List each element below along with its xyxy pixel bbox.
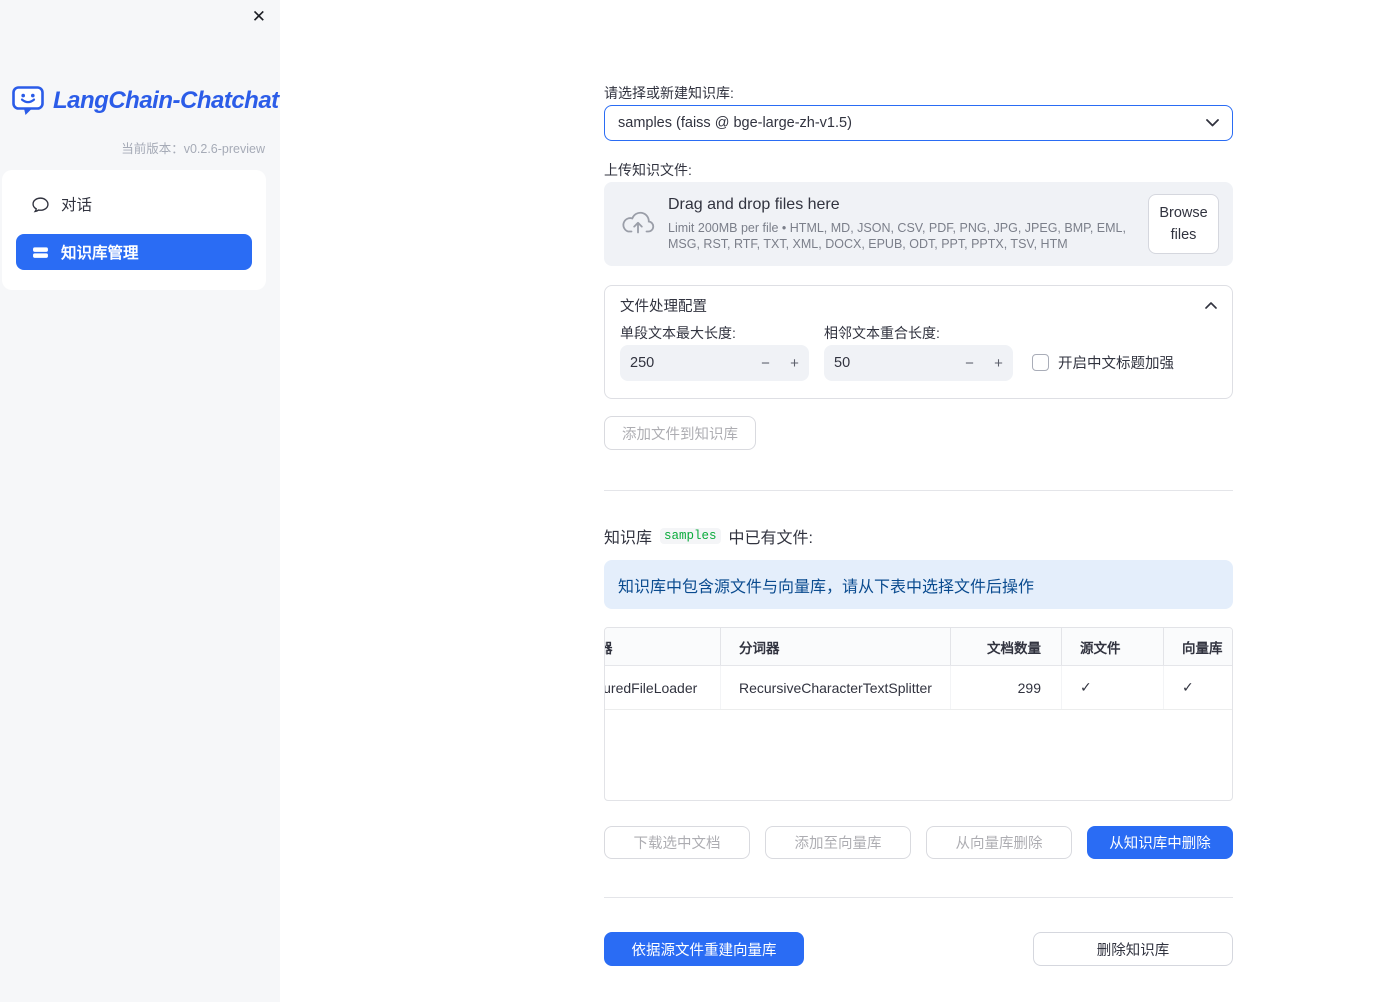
divider xyxy=(604,897,1233,898)
chunk-size-value: 250 xyxy=(630,355,655,371)
kb-name-code: samples xyxy=(660,528,721,544)
sidebar: ✕ LangChain-Chatchat 当前版本：v0.2.6-preview… xyxy=(0,0,280,1002)
file-config-expander: 文件处理配置 单段文本最大长度: 相邻文本重合长度: 250 − + 50 − … xyxy=(604,285,1233,399)
menu-item-label: 对话 xyxy=(61,197,93,214)
expander-header[interactable]: 文件处理配置 xyxy=(605,286,1232,324)
chevron-down-icon xyxy=(1206,119,1219,127)
menu-item-dialogue[interactable]: 对话 xyxy=(16,186,252,222)
zh-title-enhance-checkbox[interactable]: 开启中文标题加强 xyxy=(1032,352,1174,373)
kb-files-heading: 知识库 samples 中已有文件: xyxy=(604,524,813,548)
checkbox-box[interactable] xyxy=(1032,354,1049,371)
col-vector-store: 向量库 xyxy=(1163,628,1232,665)
kb-select-label: 请选择或新建知识库: xyxy=(604,85,734,101)
minus-stepper-button[interactable]: − xyxy=(955,355,984,372)
cell-vector-store-check: ✓ xyxy=(1163,666,1232,709)
cell-loader: UnstructuredFileLoader xyxy=(605,679,698,696)
col-splitter: 分词器 xyxy=(720,628,950,665)
plus-stepper-button[interactable]: + xyxy=(984,355,1013,372)
add-files-to-kb-button[interactable]: 添加文件到知识库 xyxy=(604,416,756,450)
menu-item-label: 知识库管理 xyxy=(61,245,139,262)
delete-from-kb-button[interactable]: 从知识库中删除 xyxy=(1087,826,1233,859)
delete-from-vectorstore-button[interactable]: 从向量库删除 xyxy=(926,826,1072,859)
app-logo: LangChain-Chatchat xyxy=(12,86,279,116)
cell-splitter: RecursiveCharacterTextSplitter xyxy=(720,666,950,709)
dropzone-title: Drag and drop files here xyxy=(668,195,840,213)
main-content: 请选择或新建知识库: samples (faiss @ bge-large-zh… xyxy=(604,0,1233,1002)
upload-label: 上传知识文件: xyxy=(604,162,692,178)
expander-title: 文件处理配置 xyxy=(620,298,707,315)
minus-stepper-button[interactable]: − xyxy=(751,355,780,372)
browse-files-button[interactable]: Browse files xyxy=(1148,193,1219,255)
chunk-size-input[interactable]: 250 − + xyxy=(620,345,809,381)
rebuild-vectorstore-button[interactable]: 依据源文件重建向量库 xyxy=(604,932,804,966)
version-text: 当前版本：v0.2.6-preview xyxy=(121,142,265,156)
col-source-file: 源文件 xyxy=(1061,628,1163,665)
col-loader: 文档加载器 xyxy=(605,628,720,665)
menu-item-kb-management[interactable]: 知识库管理 xyxy=(16,234,252,270)
chevron-up-icon xyxy=(1205,301,1217,309)
checkbox-label: 开启中文标题加强 xyxy=(1058,356,1174,372)
kb-selectbox-value: samples (faiss @ bge-large-zh-v1.5) xyxy=(618,115,852,131)
file-dropzone[interactable]: Drag and drop files here Limit 200MB per… xyxy=(604,182,1233,266)
info-banner-text: 知识库中包含源文件与向量库，请从下表中选择文件后操作 xyxy=(618,578,1035,596)
file-actions-row: 下载选中文档 添加至向量库 从向量库删除 从知识库中删除 xyxy=(604,826,1233,859)
cell-source-file-check: ✓ xyxy=(1061,666,1163,709)
overlap-size-input[interactable]: 50 − + xyxy=(824,345,1013,381)
col-doc-count: 文档数量 xyxy=(950,628,1061,665)
kb-files-prefix: 知识库 xyxy=(604,530,653,547)
table-header-row: 文档加载器 分词器 文档数量 源文件 向量库 xyxy=(605,628,1232,666)
kb-files-suffix: 中已有文件: xyxy=(728,530,813,547)
overlap-size-label: 相邻文本重合长度: xyxy=(824,325,940,341)
overlap-size-value: 50 xyxy=(834,355,851,371)
kb-selectbox[interactable]: samples (faiss @ bge-large-zh-v1.5) xyxy=(604,105,1233,141)
cloud-upload-icon xyxy=(620,208,656,240)
kb-stack-icon xyxy=(32,244,49,261)
chat-bubble-icon xyxy=(32,196,49,213)
chatchat-logo-icon xyxy=(12,86,46,116)
app-title: LangChain-Chatchat xyxy=(53,87,279,114)
plus-stepper-button[interactable]: + xyxy=(780,355,809,372)
sidebar-close-icon[interactable]: ✕ xyxy=(252,6,266,28)
expander-body: 单段文本最大长度: 相邻文本重合长度: 250 − + 50 − + 开启中文标… xyxy=(605,324,1232,400)
kb-files-table[interactable]: 文档加载器 分词器 文档数量 源文件 向量库 UnstructuredFileL… xyxy=(604,627,1233,801)
table-row[interactable]: UnstructuredFileLoader RecursiveCharacte… xyxy=(605,666,1232,710)
delete-kb-button[interactable]: 删除知识库 xyxy=(1033,932,1233,966)
cell-doc-count: 299 xyxy=(950,666,1061,709)
chunk-size-label: 单段文本最大长度: xyxy=(620,325,736,341)
download-selected-button[interactable]: 下载选中文档 xyxy=(604,826,750,859)
kb-actions-row: 依据源文件重建向量库 删除知识库 xyxy=(604,932,1233,966)
dropzone-texts: Drag and drop files here Limit 200MB per… xyxy=(668,196,1142,253)
info-banner: 知识库中包含源文件与向量库，请从下表中选择文件后操作 xyxy=(604,560,1233,609)
dropzone-limit-text: Limit 200MB per file • HTML, MD, JSON, C… xyxy=(668,220,1126,251)
sidebar-menu: 对话 知识库管理 xyxy=(2,170,266,290)
add-to-vectorstore-button[interactable]: 添加至向量库 xyxy=(765,826,911,859)
divider xyxy=(604,490,1233,491)
